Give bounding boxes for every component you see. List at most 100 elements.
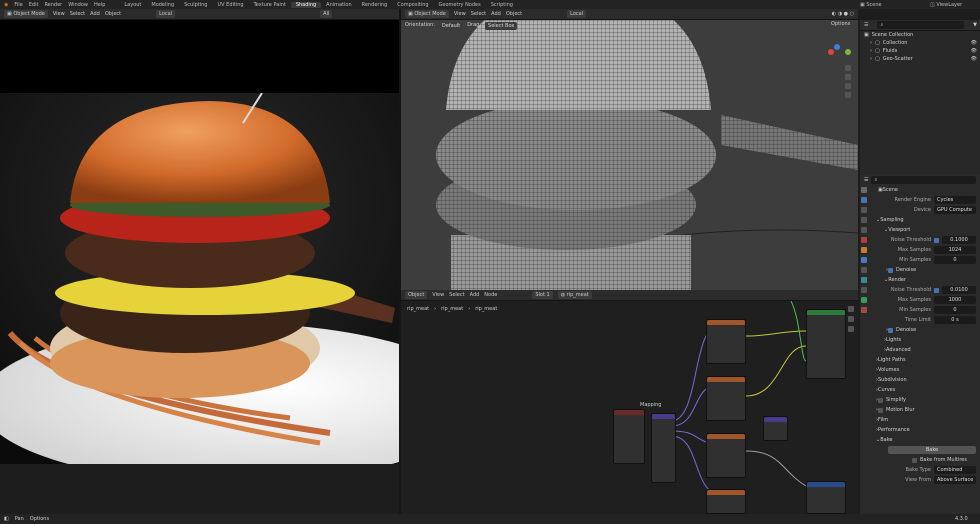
device-dropdown[interactable]: GPU Compute bbox=[934, 206, 976, 214]
principled-bsdf-node[interactable] bbox=[806, 309, 846, 379]
options-button[interactable]: Options bbox=[831, 21, 850, 27]
visibility-icon[interactable]: 👁 bbox=[971, 48, 977, 54]
material-tab-icon[interactable] bbox=[861, 307, 867, 313]
expand-icon[interactable]: › bbox=[870, 40, 872, 46]
outliner-row-scene-collection[interactable]: ▣ Scene Collection bbox=[860, 31, 980, 39]
denoise-subpanel-header[interactable]: › Denoise bbox=[872, 265, 980, 275]
menu-render[interactable]: Render bbox=[44, 2, 62, 8]
render-engine-dropdown[interactable]: Cycles bbox=[934, 196, 976, 204]
image-texture-node[interactable] bbox=[706, 489, 746, 514]
slot-dropdown[interactable]: Slot 1 bbox=[532, 291, 553, 299]
node-icon[interactable] bbox=[848, 326, 854, 332]
outliner-row-fluids[interactable]: › ▢ Fluids 👁 bbox=[860, 47, 980, 55]
subdivision-panel[interactable]: › Subdivision bbox=[872, 375, 980, 385]
curves-panel[interactable]: › Curves bbox=[872, 385, 980, 395]
tab-sculpting[interactable]: Sculpting bbox=[179, 2, 212, 8]
camera-icon[interactable] bbox=[845, 83, 851, 89]
properties-search[interactable]: ⌕ bbox=[871, 176, 976, 184]
bake-panel-header[interactable]: ⌄ Bake bbox=[872, 435, 980, 445]
tab-animation[interactable]: Animation bbox=[321, 2, 357, 8]
grid-icon[interactable] bbox=[845, 92, 851, 98]
outliner-row-collection[interactable]: › ▢ Collection 👁 bbox=[860, 39, 980, 47]
object-tab-icon[interactable] bbox=[861, 247, 867, 253]
r-max-field[interactable]: 1000 bbox=[934, 296, 976, 304]
r-noise-field[interactable]: 0.0100 bbox=[942, 286, 976, 294]
scene-selector[interactable]: ▣ Scene bbox=[860, 2, 882, 8]
tab-compositing[interactable]: Compositing bbox=[392, 2, 433, 8]
light-paths-panel[interactable]: › Light Paths bbox=[872, 355, 980, 365]
tool-tab-icon[interactable] bbox=[861, 187, 867, 193]
tab-rendering[interactable]: Rendering bbox=[357, 2, 393, 8]
image-texture-node[interactable] bbox=[706, 433, 746, 478]
node-menu-select[interactable]: Select bbox=[449, 292, 464, 298]
scene-tab-icon[interactable] bbox=[861, 227, 867, 233]
mode-dropdown[interactable]: ▣ Object Mode bbox=[4, 10, 48, 18]
vp-min-field[interactable]: 0 bbox=[934, 256, 976, 264]
render-tab-icon[interactable] bbox=[861, 197, 867, 203]
bake-multires-checkbox[interactable] bbox=[912, 457, 917, 463]
performance-panel[interactable]: › Performance bbox=[872, 425, 980, 435]
node-menu-view[interactable]: View bbox=[432, 292, 444, 298]
tab-shading[interactable]: Shading bbox=[290, 1, 322, 8]
menu-window[interactable]: Window bbox=[68, 2, 88, 8]
node-editor[interactable]: rip_meat › rip_meat › rip_meat Mapping bbox=[401, 301, 858, 514]
output-tab-icon[interactable] bbox=[861, 207, 867, 213]
expand-icon[interactable]: › bbox=[870, 56, 872, 62]
shading-mode-icons[interactable]: ◐ ◑ ● ○ bbox=[832, 11, 854, 17]
navigation-gizmo[interactable] bbox=[845, 65, 851, 98]
view-layer-tab-icon[interactable] bbox=[861, 217, 867, 223]
r-min-field[interactable]: 0 bbox=[934, 306, 976, 314]
menu-view[interactable]: View bbox=[53, 11, 65, 17]
volumes-panel[interactable]: › Volumes bbox=[872, 365, 980, 375]
render-subpanel-header[interactable]: ⌄ Render bbox=[872, 275, 980, 285]
lights-subpanel-header[interactable]: › Lights bbox=[872, 335, 980, 345]
tab-layout[interactable]: Layout bbox=[119, 2, 146, 8]
bsdf-node[interactable] bbox=[806, 481, 846, 514]
node-mapping-vector[interactable] bbox=[651, 413, 676, 483]
advanced-subpanel-header[interactable]: › Advanced bbox=[872, 345, 980, 355]
noise-threshold-checkbox[interactable] bbox=[934, 237, 939, 243]
viewport-menu-select[interactable]: Select bbox=[471, 11, 486, 17]
viewport-transform[interactable]: Local bbox=[567, 10, 587, 18]
film-panel[interactable]: › Film bbox=[872, 415, 980, 425]
data-tab-icon[interactable] bbox=[861, 297, 867, 303]
tab-texture-paint[interactable]: Texture Paint bbox=[249, 2, 291, 8]
viewport-subpanel-header[interactable]: ⌄ Viewport bbox=[872, 225, 980, 235]
tool-icon[interactable] bbox=[848, 306, 854, 312]
menu-help[interactable]: Help bbox=[94, 2, 105, 8]
viewlayer-selector[interactable]: ◫ ViewLayer bbox=[930, 2, 962, 8]
sampling-panel-header[interactable]: ⌄ Sampling bbox=[872, 215, 980, 225]
world-tab-icon[interactable] bbox=[861, 237, 867, 243]
vp-noise-field[interactable]: 0.1000 bbox=[942, 236, 976, 244]
material-selector[interactable]: ◍ rip_meat bbox=[557, 291, 592, 299]
drag-dropdown[interactable]: Select Box bbox=[485, 22, 518, 30]
denoise2-checkbox[interactable] bbox=[888, 327, 893, 333]
image-texture-node[interactable] bbox=[706, 319, 746, 364]
outliner-display-icon[interactable]: ☰ bbox=[864, 22, 868, 28]
menu-select[interactable]: Select bbox=[70, 11, 85, 17]
properties-icon[interactable]: ☰ bbox=[864, 177, 868, 183]
denoise2-subpanel-header[interactable]: › Denoise bbox=[872, 325, 980, 335]
normal-map-node[interactable] bbox=[763, 416, 788, 441]
tab-scripting[interactable]: Scripting bbox=[486, 2, 518, 8]
menu-add[interactable]: Add bbox=[90, 11, 100, 17]
simplify-panel[interactable]: › Simplify bbox=[872, 395, 980, 405]
mapping-node[interactable]: Mapping bbox=[613, 402, 661, 464]
orientation-dropdown[interactable]: Default bbox=[438, 22, 464, 30]
transform-orientation[interactable]: Local bbox=[156, 10, 176, 18]
view-icon[interactable] bbox=[848, 316, 854, 322]
simplify-checkbox[interactable] bbox=[878, 397, 883, 403]
particles-tab-icon[interactable] bbox=[861, 267, 867, 273]
viewport-menu-add[interactable]: Add bbox=[491, 11, 501, 17]
motion-blur-checkbox[interactable] bbox=[878, 407, 883, 413]
bake-type-dropdown[interactable]: Combined bbox=[934, 466, 976, 474]
noise-threshold-checkbox[interactable] bbox=[934, 287, 939, 293]
image-texture-node[interactable] bbox=[706, 376, 746, 421]
node-menu-node[interactable]: Node bbox=[484, 292, 497, 298]
pan-icon[interactable] bbox=[845, 74, 851, 80]
bake-button[interactable]: Bake bbox=[888, 446, 976, 454]
menu-edit[interactable]: Edit bbox=[29, 2, 39, 8]
visibility-icon[interactable]: 👁 bbox=[971, 56, 977, 62]
node-type-dropdown[interactable]: Object bbox=[405, 291, 428, 299]
visibility-icon[interactable]: 👁 bbox=[971, 40, 977, 46]
